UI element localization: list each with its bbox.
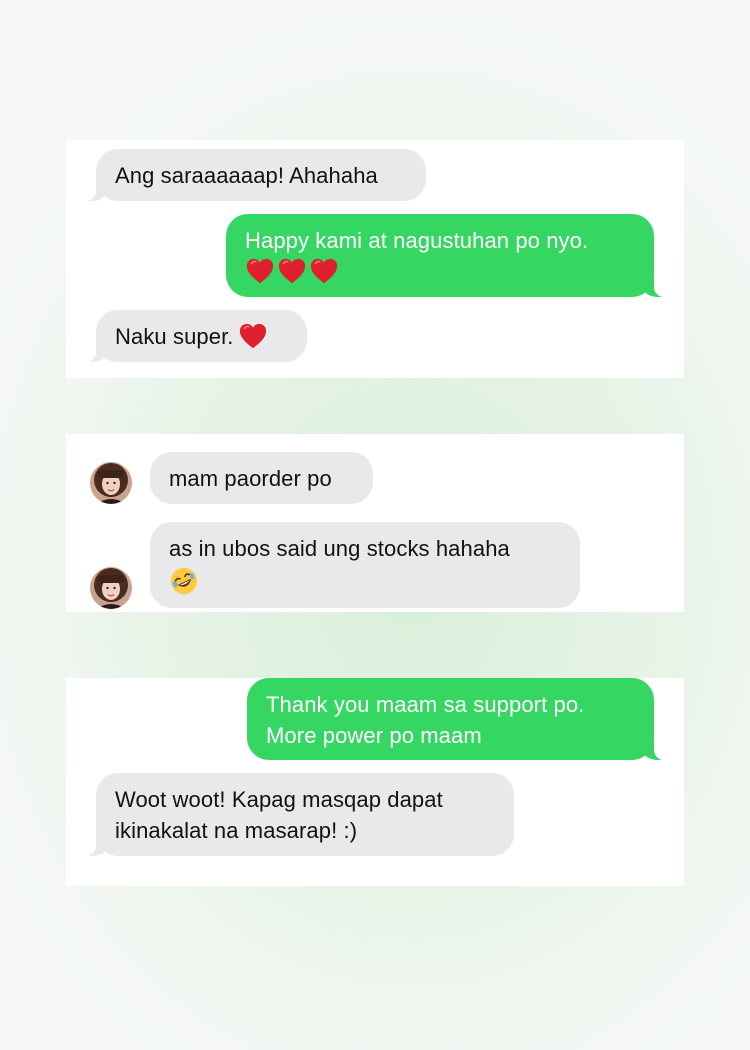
- message-text: Ang saraaaaaap! Ahahaha: [115, 163, 378, 188]
- received-message[interactable]: Woot woot! Kapag masqap dapat ikinakalat…: [86, 773, 514, 856]
- chat-panel-2: mam paorder po as in ubos said ung stock…: [66, 434, 684, 612]
- message-text-line-2: ikinakalat na masarap! :): [115, 818, 358, 843]
- sent-message[interactable]: Happy kami at nagustuhan po nyo.: [226, 214, 664, 297]
- emoji-row: [245, 256, 635, 286]
- chat-panel-3: Thank you maam sa support po. More power…: [66, 678, 684, 886]
- chat-panel-1: Ang saraaaaaap! Ahahaha Happy kami at na…: [66, 140, 684, 378]
- rolling-on-floor-laughing-emoji-icon: [169, 566, 199, 596]
- message-text: Happy kami at nagustuhan po nyo.: [245, 228, 589, 253]
- heart-emoji-icon: [245, 256, 275, 286]
- sent-message[interactable]: Thank you maam sa support po. More power…: [247, 678, 664, 760]
- message-text: mam paorder po: [169, 466, 332, 491]
- message-text-line-2: More power po maam: [266, 723, 482, 748]
- message-text-line-1: Woot woot! Kapag masqap dapat: [115, 787, 443, 812]
- heart-emoji-icon: [238, 321, 268, 351]
- received-message[interactable]: mam paorder po: [150, 452, 373, 504]
- received-message[interactable]: Naku super.: [86, 310, 307, 362]
- contact-avatar[interactable]: [90, 462, 132, 504]
- received-message[interactable]: Ang saraaaaaap! Ahahaha: [86, 149, 426, 201]
- message-text: as in ubos said ung stocks hahaha: [169, 536, 510, 561]
- message-text: Naku super.: [115, 324, 234, 349]
- received-message[interactable]: as in ubos said ung stocks hahaha: [150, 522, 580, 608]
- message-text-line-1: Thank you maam sa support po.: [266, 692, 585, 717]
- heart-emoji-icon: [277, 256, 307, 286]
- contact-avatar[interactable]: [90, 567, 132, 609]
- heart-emoji-icon: [309, 256, 339, 286]
- message-line: Naku super.: [115, 321, 288, 352]
